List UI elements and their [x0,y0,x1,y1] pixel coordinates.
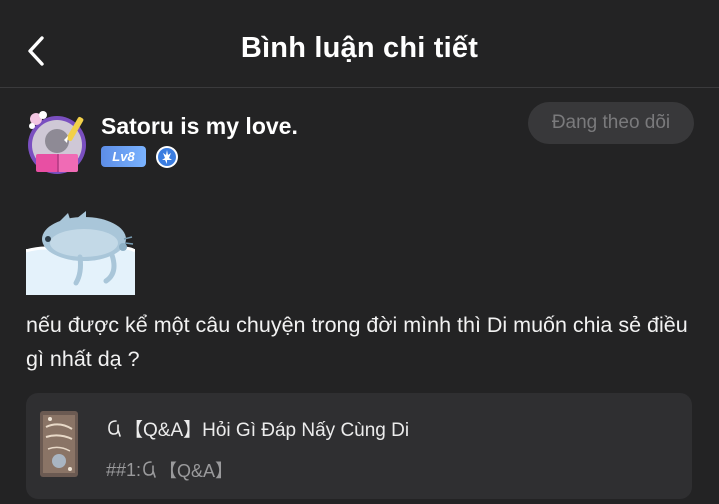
cat-sticker-icon [26,211,135,295]
chapter-title: 【Q&A】 [159,461,234,481]
referenced-post-title: 【Q&A】Hỏi Gì Đáp Nấy Cùng Di [124,420,410,441]
comment-text: nếu được kể một câu chuyện trong đời mìn… [26,313,688,371]
comment-author: Satoru is my love. Lv8 Đang theo dõi [24,102,694,180]
hook-icon [143,461,156,478]
post-cover-thumbnail [40,411,78,477]
author-badge-icon [156,146,178,168]
hook-icon [108,419,121,437]
following-button[interactable]: Đang theo dõi [528,102,694,144]
page-title: Bình luận chi tiết [240,32,479,64]
username[interactable]: Satoru is my love. [101,113,298,140]
referenced-chapter-row: ##1: 【Q&A】 [106,457,233,483]
top-bar: Bình luận chi tiết [0,0,719,88]
avatar[interactable] [24,108,90,178]
chapter-number: ##1: [106,459,142,480]
referenced-post-card[interactable]: 【Q&A】Hỏi Gì Đáp Nấy Cùng Di ##1: 【Q&A】 [26,393,692,499]
level-badge: Lv8 [101,146,146,167]
referenced-post-title-row: 【Q&A】Hỏi Gì Đáp Nấy Cùng Di [106,415,409,442]
